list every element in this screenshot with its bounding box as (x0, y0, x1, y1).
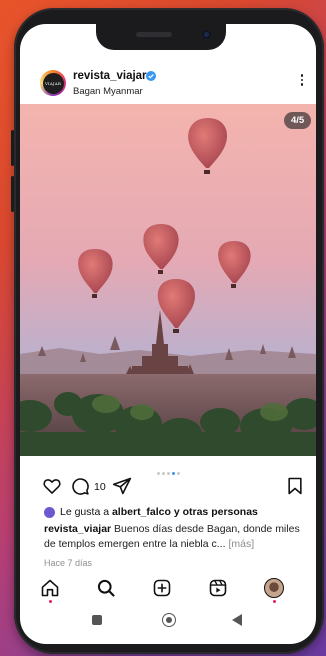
post-location[interactable]: Bagan Myanmar (73, 86, 143, 97)
notification-dot (49, 600, 52, 603)
carousel-dot (161, 472, 165, 475)
likes-suffix: y otras personas (173, 506, 258, 518)
post-caption: revista_viajar Buenos días desde Bagan, … (44, 522, 306, 552)
carousel-dot (166, 472, 170, 475)
heart-icon[interactable] (42, 476, 62, 496)
likes-line[interactable]: Le gusta a albert_falco y otras personas (44, 506, 258, 518)
system-navigation-bar (20, 606, 316, 636)
post-actions: 10 (20, 476, 316, 500)
search-icon[interactable] (96, 578, 116, 598)
app-screen: VIAJAR revista_viajar Bagan Myanmar 4/5 … (20, 24, 316, 644)
carousel-dot-active (171, 472, 175, 475)
profile-icon[interactable] (264, 578, 284, 598)
liker-avatar (44, 506, 55, 518)
avatar[interactable]: VIAJAR (40, 70, 66, 96)
post-username[interactable]: revista_viajar (73, 70, 147, 82)
caption-more-link[interactable]: [más] (226, 538, 254, 550)
post-image[interactable] (20, 104, 316, 456)
phone-speaker (136, 32, 172, 37)
more-options-icon[interactable] (297, 72, 307, 92)
carousel-dot (156, 472, 160, 475)
phone-notch (96, 24, 226, 50)
recent-apps-icon[interactable] (92, 615, 102, 625)
bottom-nav (20, 572, 316, 606)
reels-icon[interactable] (208, 578, 228, 598)
post-header: VIAJAR revista_viajar Bagan Myanmar (20, 68, 316, 108)
phone-side-button (11, 130, 14, 166)
notification-dot (273, 600, 276, 603)
carousel-dots (20, 462, 316, 475)
comment-count[interactable]: 10 (94, 481, 106, 493)
home-button-icon[interactable] (162, 613, 176, 627)
comment-icon[interactable] (70, 476, 90, 496)
caption-username[interactable]: revista_viajar (44, 523, 111, 535)
carousel-counter: 4/5 (284, 112, 312, 129)
back-icon[interactable] (232, 614, 243, 626)
share-icon[interactable] (112, 476, 132, 496)
bookmark-icon[interactable] (286, 476, 304, 496)
front-camera (202, 30, 211, 39)
carousel-dot (176, 472, 180, 475)
add-post-icon[interactable] (152, 578, 172, 598)
avatar-logo: VIAJAR (42, 72, 64, 94)
home-icon[interactable] (40, 578, 60, 598)
verified-icon (146, 71, 156, 81)
post-timestamp: Hace 7 días (44, 558, 93, 568)
likes-prefix: Le gusta a (60, 506, 110, 518)
bagan-balloons-photo (20, 104, 316, 456)
liked-by-user[interactable]: albert_falco (112, 506, 171, 518)
phone-side-button (11, 176, 14, 212)
